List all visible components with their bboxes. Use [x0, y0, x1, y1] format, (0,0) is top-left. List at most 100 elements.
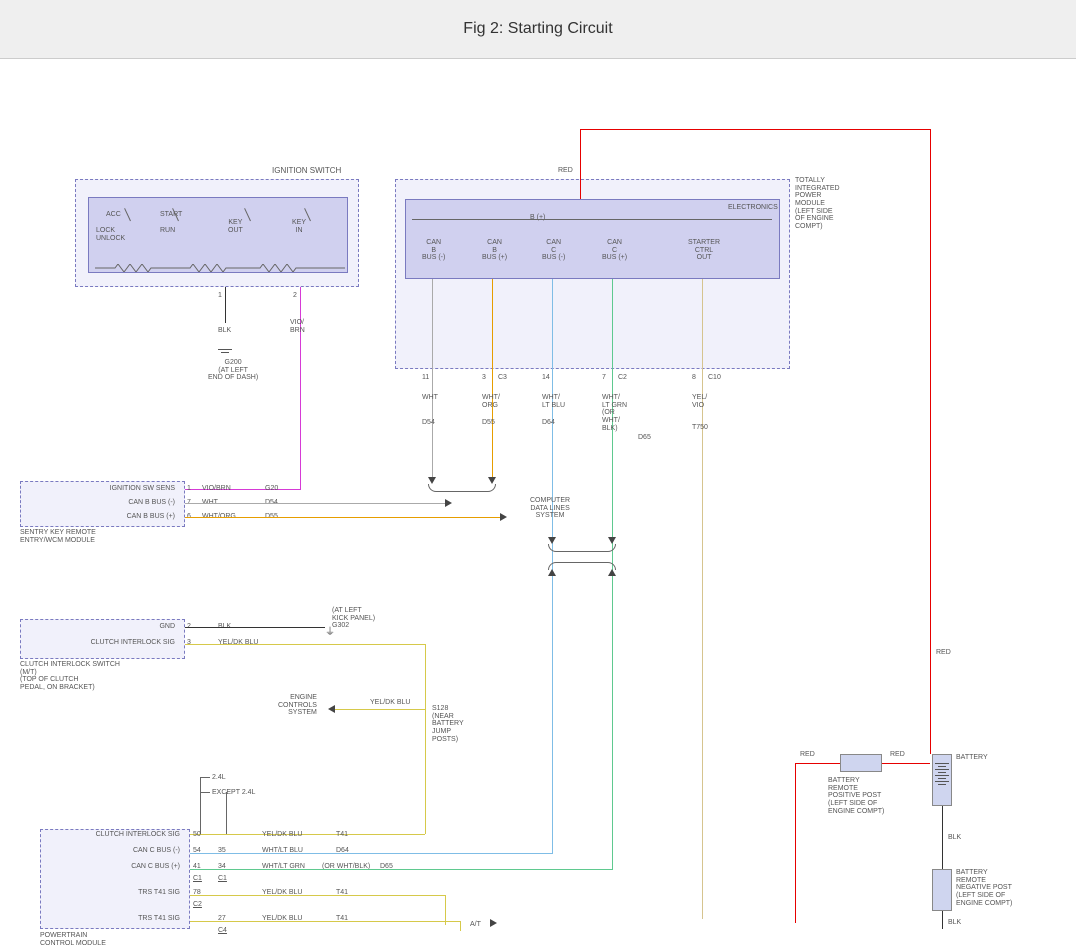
red-label: RED — [936, 649, 951, 657]
pin-1: 1 — [218, 292, 222, 300]
arrow-icon — [445, 499, 452, 507]
wire-org — [492, 279, 493, 479]
wire-wht — [432, 279, 433, 479]
ign-keyin: KEYIN — [292, 219, 306, 234]
row: CLUTCH INTERLOCK SIG — [80, 831, 180, 839]
blk: BLK — [948, 834, 961, 842]
blk: BLK — [948, 919, 961, 927]
wire-viobrn — [300, 287, 301, 489]
tipm-pin: STARTER CTRL OUT — [688, 239, 720, 262]
wire-blk-h — [185, 627, 325, 628]
wire-red-h — [580, 129, 930, 130]
b-plus: B (+) — [530, 214, 545, 222]
ign-keyout: KEYOUT — [228, 219, 243, 234]
code: T41 — [336, 831, 348, 839]
color: WHT/ LT BLU — [542, 394, 565, 409]
batt-pos: BATTERY REMOTE POSITIVE POST (LEFT SIDE … — [828, 777, 884, 815]
wire-yel-v2 — [425, 709, 426, 834]
code: G20 — [265, 485, 278, 493]
row: CAN C BUS (-) — [80, 847, 180, 855]
arrow-icon — [428, 477, 436, 484]
arrow-icon — [608, 569, 616, 576]
wire-org-h — [185, 517, 500, 518]
wire-color: VIO/ BRN — [290, 319, 305, 334]
red: RED — [800, 751, 815, 759]
wire-yel-h5 — [190, 921, 460, 922]
ign-acc: ACC — [106, 211, 121, 219]
battery-title: BATTERY — [956, 754, 988, 762]
pin: 1 — [187, 485, 191, 493]
pin: 3 — [187, 639, 191, 647]
ign-lock: LOCK — [96, 227, 115, 235]
tipm-inner — [405, 199, 780, 279]
bracket-line — [200, 792, 210, 793]
pin: 3 — [482, 374, 486, 382]
wire-yel-h2 — [335, 709, 425, 710]
batt-neg: BATTERY REMOTE NEGATIVE POST (LEFT SIDE … — [956, 869, 1012, 907]
code: T750 — [692, 424, 708, 432]
alt: C1 — [218, 875, 227, 883]
color: YEL/DK BLU — [262, 831, 302, 839]
row: TRS T41 SIG — [80, 889, 180, 897]
row: IGNITION SW SENS — [95, 485, 175, 493]
wire-grn-h — [190, 869, 612, 870]
wire-red-batt — [795, 763, 840, 764]
pcm-title: POWERTRAIN CONTROL MODULE — [40, 932, 106, 947]
arrow-icon — [548, 537, 556, 544]
pin: 14 — [542, 374, 550, 382]
variant: EXCEPT 2.4L — [212, 789, 255, 797]
red: RED — [890, 751, 905, 759]
g302: (AT LEFT KICK PANEL) G302 — [332, 607, 375, 630]
color: VIO/BRN — [202, 485, 231, 493]
battery-neg-post — [932, 869, 952, 911]
sentry-title: SENTRY KEY REMOTE ENTRY/WCM MODULE — [20, 529, 96, 544]
pcm-block — [40, 829, 190, 929]
row: CLUTCH INTERLOCK SIG — [70, 639, 175, 647]
arrow-icon — [548, 569, 556, 576]
bracket-line — [226, 792, 227, 834]
conn: C3 — [498, 374, 507, 382]
at-label: A/T — [470, 921, 481, 929]
bracket — [428, 484, 496, 492]
bracket — [548, 562, 616, 570]
color: YEL/ VIO — [692, 394, 707, 409]
pin: 11 — [422, 374, 429, 382]
ecs-label: ENGINE CONTROLS SYSTEM — [278, 694, 317, 717]
bracket-line — [200, 777, 201, 834]
code: D54 — [422, 419, 435, 427]
g200-label: G200 (AT LEFT END OF DASH) — [208, 359, 258, 382]
tipm-pin: CAN B BUS (-) — [422, 239, 445, 262]
tipm-pin: CAN B BUS (+) — [482, 239, 507, 262]
s128: S128 (NEAR BATTERY JUMP POSTS) — [432, 705, 464, 743]
wire-color: BLK — [218, 327, 231, 335]
wire-yelvio — [702, 279, 703, 919]
wire-yel-h3 — [190, 834, 425, 835]
conn: C10 — [708, 374, 721, 382]
pin: 50 — [193, 831, 201, 839]
pin: C4 — [218, 927, 227, 935]
ignition-title: IGNITION SWITCH — [272, 167, 341, 176]
pin: 7 — [602, 374, 606, 382]
wire-blu-h — [190, 853, 552, 854]
wire-yel-h — [185, 644, 425, 645]
row: CAN C BUS (+) — [80, 863, 180, 871]
row: CAN B BUS (-) — [95, 499, 175, 507]
color: WHT/ ORG — [482, 394, 500, 409]
color: WHT/ LT GRN (OR WHT/ BLK) — [602, 394, 627, 432]
red-label: RED — [558, 167, 573, 175]
pin: C1 — [193, 875, 202, 883]
color: YEL/DK BLU — [218, 639, 258, 647]
ign-start: START — [160, 211, 182, 219]
wire-red-batt2 — [882, 763, 930, 764]
pin: 8 — [692, 374, 696, 382]
clutch-title: CLUTCH INTERLOCK SWITCH (M/T) (TOP OF CL… — [20, 661, 120, 692]
tipm-pin: CAN C BUS (+) — [602, 239, 627, 262]
electronics-label: ELECTRONICS — [728, 204, 778, 212]
variant: 2.4L — [212, 774, 226, 782]
wire-wht-h — [185, 503, 445, 504]
tipm-title: TOTALLY INTEGRATED POWER MODULE (LEFT SI… — [795, 177, 840, 231]
tipm-pin: CAN C BUS (-) — [542, 239, 565, 262]
ground-icon: ⏚ — [325, 623, 335, 638]
wire-red-v — [580, 129, 581, 199]
wire-yel-v — [425, 644, 426, 709]
